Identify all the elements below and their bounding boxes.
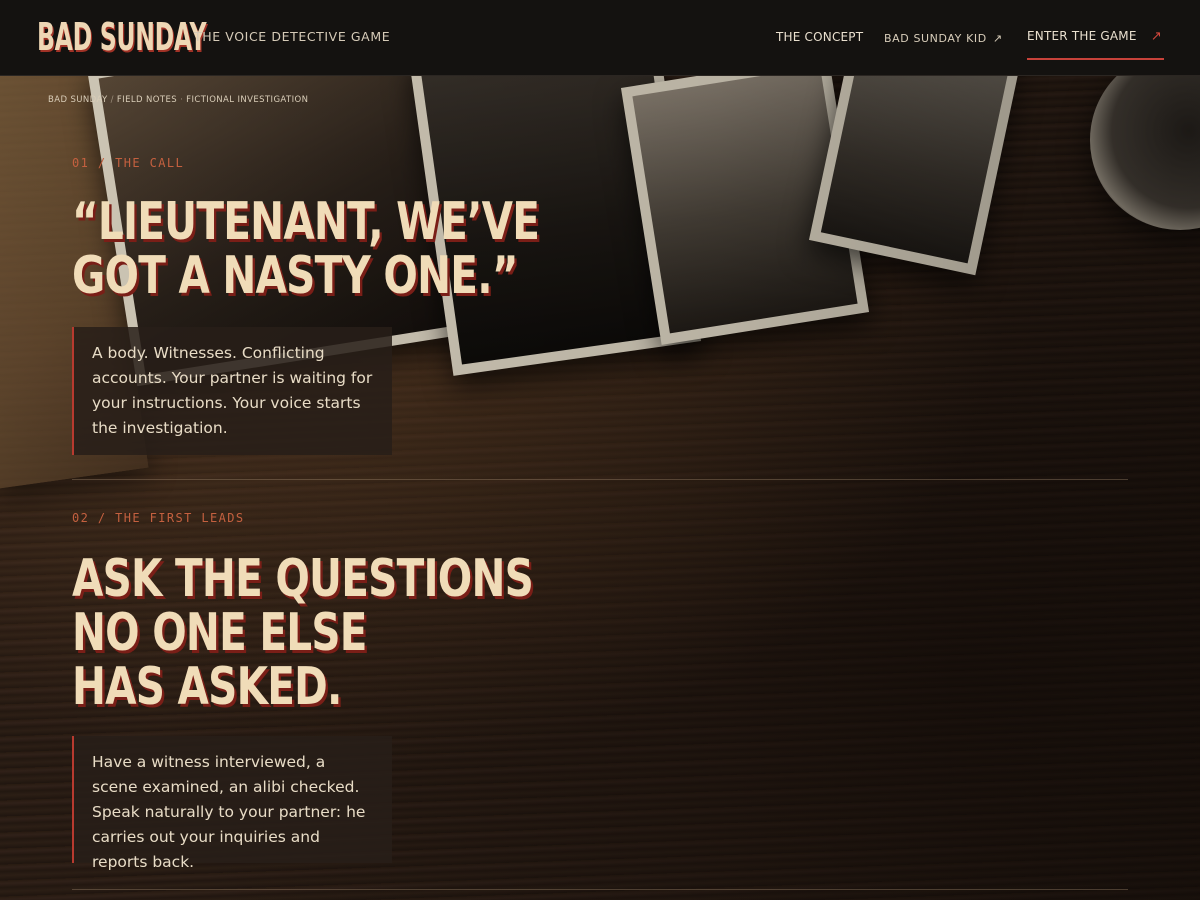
section-body-card-leads: Have a witness interviewed, a scene exam… xyxy=(72,736,392,871)
nav-link-concept-label: THE CONCEPT xyxy=(776,30,864,44)
breadcrumb-item[interactable]: FIELD NOTES xyxy=(117,95,177,105)
breadcrumb-item[interactable]: BAD SUNDAY xyxy=(48,95,108,105)
section-kicker-call: 01 / THE CALL xyxy=(72,156,185,170)
section-divider xyxy=(72,479,1128,480)
section-headline-call: “LIEUTENANT, WE’VE GOT A NASTY ONE.” xyxy=(72,192,540,306)
site-header: BAD SUNDAY THE VOICE DETECTIVE GAME THE … xyxy=(0,0,1200,76)
nav-link-concept[interactable]: THE CONCEPT xyxy=(776,30,863,44)
nav-link-kid[interactable]: BAD SUNDAY KID ↗ xyxy=(884,32,1003,45)
section-kicker-leads: 02 / THE FIRST LEADS xyxy=(72,511,245,525)
breadcrumb-separator: · xyxy=(180,95,184,105)
headline-line: HAS ASKED. xyxy=(72,657,342,717)
headline-line: NO ONE ELSE xyxy=(72,603,367,663)
section-divider xyxy=(72,889,1128,890)
enter-game-button[interactable]: ENTER THE GAME ↗ xyxy=(1027,29,1164,60)
headline-line: GOT A NASTY ONE.” xyxy=(72,246,519,306)
site-logo[interactable]: BAD SUNDAY xyxy=(37,10,207,64)
headline-line: ASK THE QUESTIONS xyxy=(72,549,534,609)
breadcrumb-separator: / xyxy=(110,95,114,105)
section-headline-leads: ASK THE QUESTIONS NO ONE ELSE HAS ASKED. xyxy=(72,549,534,717)
background-bowl xyxy=(1090,50,1200,230)
breadcrumb-item-current: FICTIONAL INVESTIGATION xyxy=(186,95,309,105)
headline-line: “LIEUTENANT, WE’VE xyxy=(72,192,540,252)
nav-link-kid-label: BAD SUNDAY KID xyxy=(884,32,987,45)
site-tagline: THE VOICE DETECTIVE GAME xyxy=(194,29,391,44)
breadcrumb: BAD SUNDAY / FIELD NOTES · FICTIONAL INVESTI… xyxy=(48,95,308,105)
arrow-up-right-icon: ↗ xyxy=(1150,29,1162,44)
background-photo-city xyxy=(620,55,870,345)
section-body-card-call: A body. Witnesses. Conflicting accounts.… xyxy=(72,327,392,455)
external-link-arrow-icon: ↗ xyxy=(992,32,1003,45)
enter-game-label: ENTER THE GAME xyxy=(1027,29,1137,43)
